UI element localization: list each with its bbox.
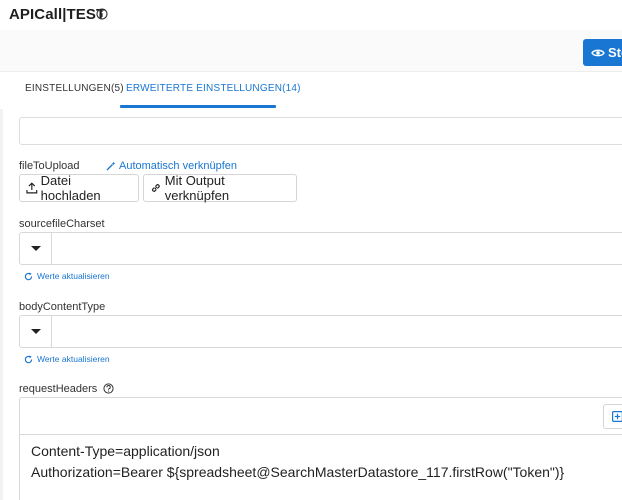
upload-file-label: Datei hochladen [40, 173, 101, 203]
plus-square-icon [612, 411, 622, 422]
magic-wand-icon [106, 161, 116, 171]
upload-file-button[interactable]: Datei hochladen [19, 173, 139, 203]
request-headers-editor[interactable]: Content-Type=application/json Authorizat… [19, 397, 622, 500]
dropdown-toggle[interactable] [20, 233, 52, 264]
header-line: Content-Type=application/json [31, 443, 220, 459]
auto-link-label: Automatisch verknüpfen [119, 160, 238, 172]
refresh-values-button-content-type[interactable]: Werte aktualisieren [24, 354, 110, 364]
action-bar [0, 30, 622, 72]
left-rail [0, 72, 3, 500]
upload-icon [26, 182, 38, 194]
sourcefile-charset-select[interactable] [19, 232, 622, 265]
refresh-values-button-charset[interactable]: Werte aktualisieren [24, 271, 110, 281]
body-content-type-label: bodyContentType [19, 301, 106, 313]
settings-tabs: EINSTELLUNGEN(5) ERWEITERTE EINSTELLUNGE… [0, 72, 622, 109]
request-headers-label: requestHeaders [19, 383, 98, 395]
caret-down-icon [30, 246, 41, 251]
refresh-icon [24, 271, 33, 280]
link-output-label: Mit Output verknüpfen [164, 173, 230, 203]
help-circle-icon[interactable] [103, 383, 114, 394]
view-button-label: Ste [608, 45, 622, 60]
file-to-upload-label: fileToUpload [19, 160, 80, 172]
header-line: Authorization=Bearer ${spreadsheet@Searc… [31, 464, 565, 480]
refresh-icon [24, 354, 33, 363]
body-content-type-select[interactable] [19, 315, 622, 348]
link-icon [151, 183, 160, 193]
page-title: APICall|TEST [9, 6, 106, 23]
empty-input-field[interactable] [19, 117, 622, 145]
dropdown-toggle[interactable] [20, 316, 52, 347]
auto-link-button[interactable]: Automatisch verknüpfen [106, 160, 237, 172]
tab-einstellungen[interactable]: EINSTELLUNGEN(5) [25, 83, 124, 94]
tab-erweiterte-einstellungen[interactable]: ERWEITERTE EINSTELLUNGEN(14) [126, 83, 301, 94]
caret-down-icon [30, 329, 41, 334]
app-header: APICall|TEST [0, 0, 622, 30]
link-output-button[interactable]: Mit Output verknüpfen [143, 173, 297, 203]
refresh-values-label: Werte aktualisieren [37, 271, 110, 281]
sourcefile-charset-label: sourcefileCharset [19, 218, 105, 230]
refresh-values-label: Werte aktualisieren [37, 354, 110, 364]
active-tab-indicator [120, 105, 276, 108]
editor-toolbar [20, 398, 622, 435]
view-button[interactable]: Ste [583, 39, 622, 66]
add-variable-button[interactable] [603, 404, 622, 429]
eye-icon [591, 49, 605, 56]
info-circle-icon[interactable] [96, 8, 108, 20]
